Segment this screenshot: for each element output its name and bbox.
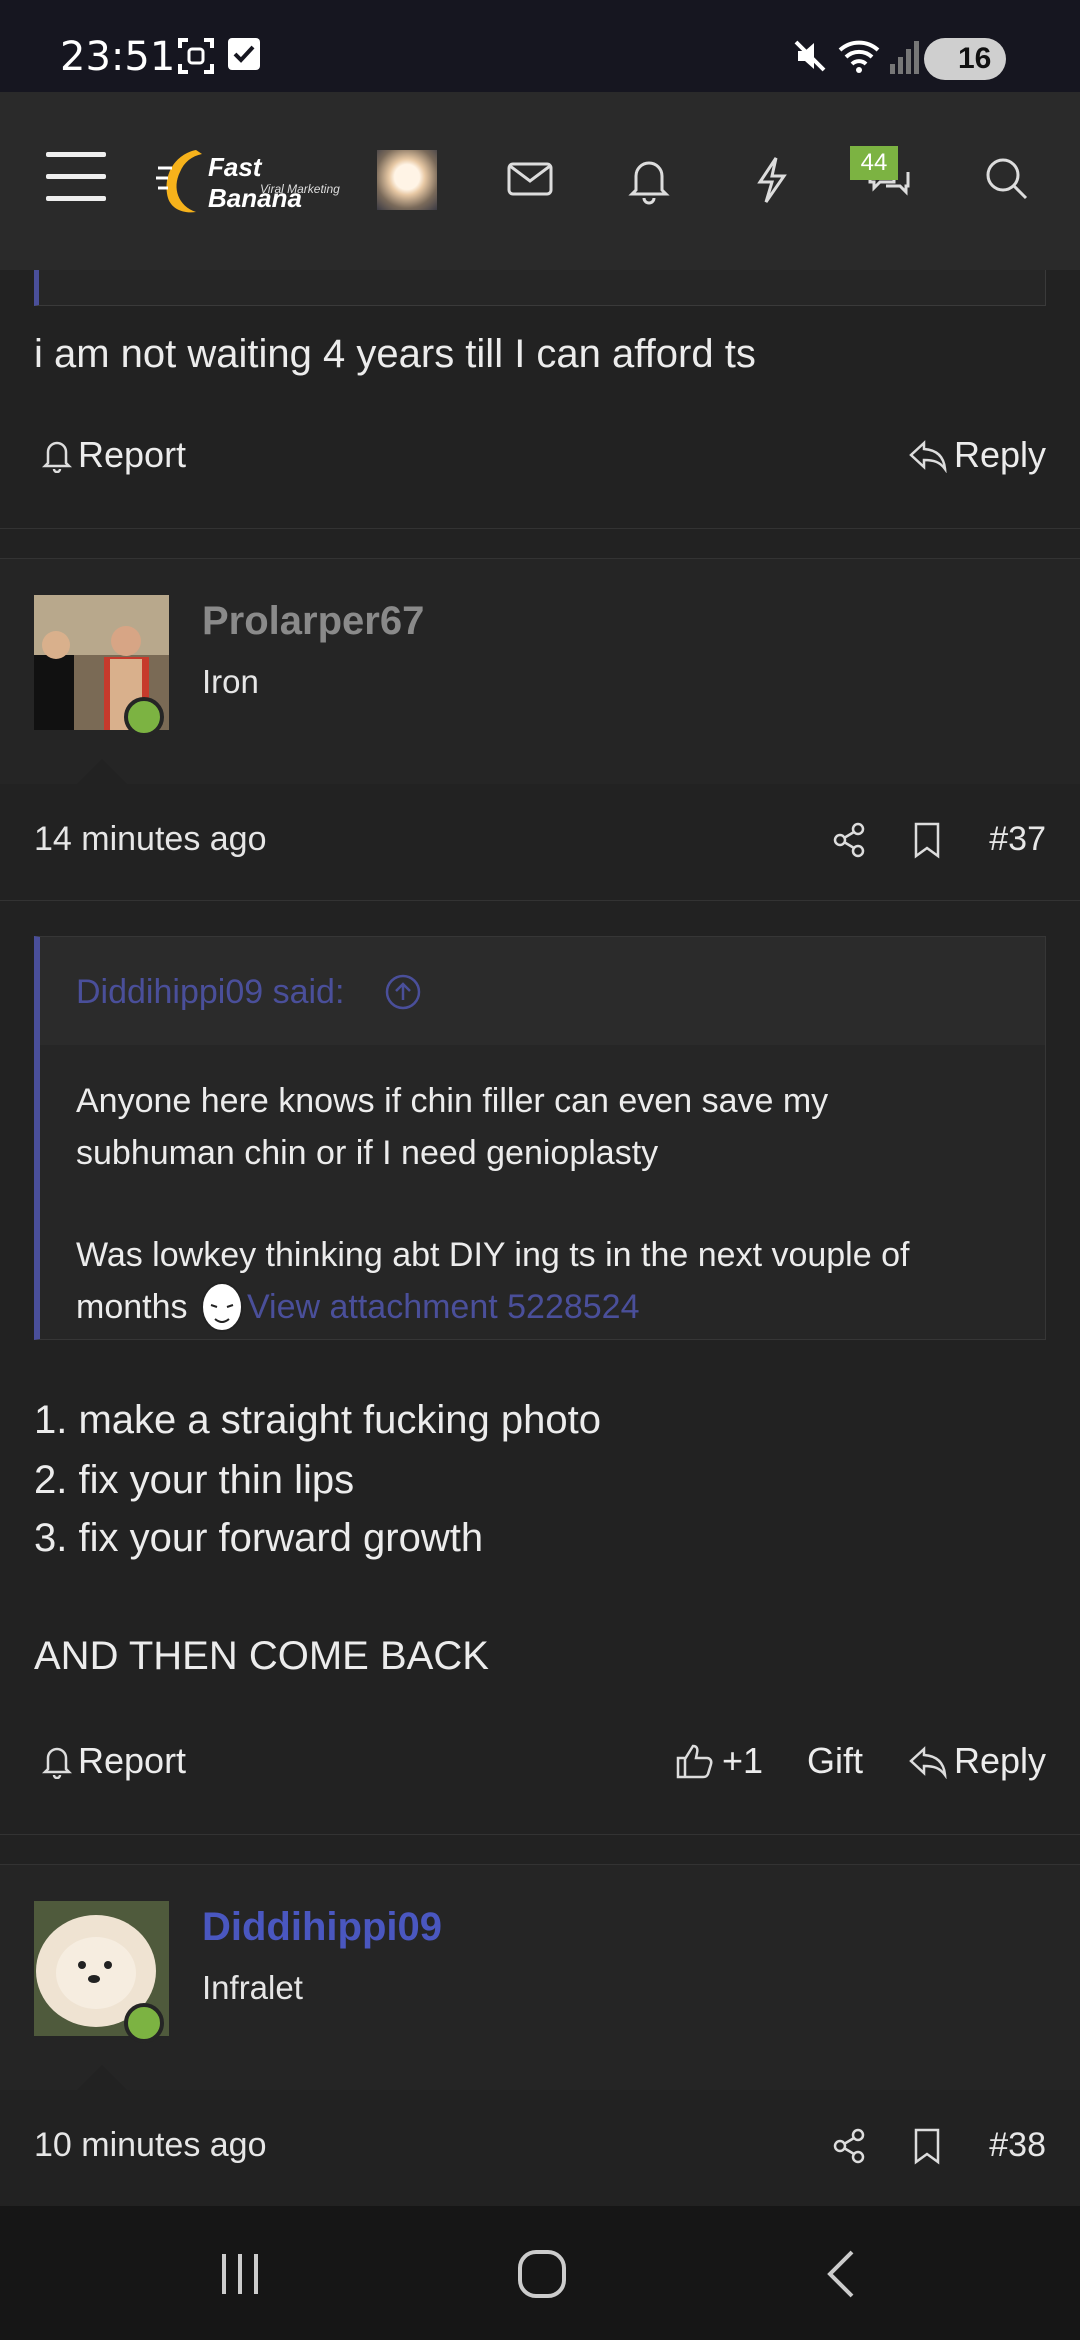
- reply-button[interactable]: Reply: [908, 1740, 1046, 1782]
- report-button[interactable]: Report: [40, 434, 186, 476]
- post-line: 1. make a straight fucking photo: [34, 1398, 601, 1442]
- quote-block: Diddihippi09 said: Anyone here knows if …: [34, 936, 1046, 1340]
- report-label: Report: [78, 434, 187, 475]
- divider: [0, 528, 1080, 529]
- search-icon[interactable]: [980, 152, 1034, 206]
- caret: [76, 2065, 128, 2091]
- post-timestamp[interactable]: 14 minutes ago: [34, 820, 267, 859]
- like-button[interactable]: +1: [674, 1740, 763, 1782]
- gift-label: Gift: [807, 1740, 864, 1781]
- bell-icon[interactable]: [622, 152, 676, 206]
- post-line: 3. fix your forward growth: [34, 1516, 484, 1560]
- online-status-icon: [124, 2003, 164, 2043]
- jump-to-quote-icon[interactable]: [384, 973, 422, 1011]
- signal-icon: [890, 41, 919, 74]
- reply-button[interactable]: Reply: [908, 434, 1046, 476]
- system-nav-bar: [0, 2206, 1080, 2340]
- post-timestamp[interactable]: 10 minutes ago: [34, 2126, 267, 2165]
- attachment-link[interactable]: View attachment 5228524: [247, 1288, 640, 1326]
- quote-text: Anyone here knows if chin filler can eve…: [76, 1082, 829, 1172]
- post-meta: 10 minutes ago #38: [0, 2090, 1080, 2206]
- screenshot-icon: [178, 38, 214, 74]
- banana-logo-icon: [156, 150, 202, 213]
- mute-icon: [794, 40, 826, 72]
- home-icon[interactable]: [512, 2244, 572, 2304]
- report-button[interactable]: Report: [40, 1740, 186, 1782]
- quote-block-tail: [34, 270, 1046, 306]
- post-author-block: Prolarper67 Iron: [0, 558, 1080, 785]
- username[interactable]: Diddihippi09: [202, 1905, 442, 1950]
- account-avatar[interactable]: [377, 150, 437, 210]
- reply-icon: [909, 440, 947, 473]
- reply-icon: [909, 1746, 947, 1779]
- reply-label: Reply: [954, 1740, 1047, 1781]
- wifi-icon: [838, 40, 880, 73]
- checkbox-icon: [228, 38, 260, 70]
- app-header: Fast Banana Viral Marketing 44: [0, 92, 1080, 270]
- back-icon[interactable]: [814, 2244, 874, 2304]
- report-label: Report: [78, 1740, 187, 1781]
- quote-author[interactable]: Diddihippi09 said:: [76, 973, 344, 1012]
- post-line: 2. fix your thin lips: [34, 1458, 355, 1502]
- username[interactable]: Prolarper67: [202, 599, 424, 644]
- bookmark-icon[interactable]: [910, 2126, 944, 2166]
- post-number[interactable]: #38: [989, 2126, 1046, 2165]
- like-count: +1: [722, 1740, 764, 1781]
- wojak-attachment-icon[interactable]: [197, 1281, 247, 1337]
- logo-subtitle: Viral Marketing: [260, 182, 340, 196]
- battery-level: 16: [958, 42, 992, 75]
- divider: [0, 1834, 1080, 1835]
- menu-icon[interactable]: [46, 152, 106, 202]
- reply-label: Reply: [954, 434, 1047, 475]
- divider: [0, 900, 1080, 901]
- user-title: Infralet: [202, 1969, 303, 2006]
- mail-icon[interactable]: [503, 152, 557, 206]
- battery-indicator: 16: [924, 38, 1006, 80]
- recent-apps-icon[interactable]: [210, 2244, 270, 2304]
- user-title: Iron: [202, 663, 259, 700]
- post-number[interactable]: #37: [989, 820, 1046, 859]
- post-meta: 14 minutes ago #37: [0, 784, 1080, 900]
- site-logo[interactable]: Fast Banana Viral Marketing: [156, 144, 346, 218]
- lightning-icon[interactable]: [744, 152, 798, 206]
- thread-content: i am not waiting 4 years till I can affo…: [0, 270, 1080, 2206]
- conversations-badge: 44: [850, 146, 898, 180]
- caret: [76, 759, 128, 785]
- bookmark-icon[interactable]: [910, 820, 944, 860]
- share-icon[interactable]: [830, 2126, 870, 2166]
- share-icon[interactable]: [830, 820, 870, 860]
- bell-icon: [41, 1747, 73, 1779]
- status-time: 23:51: [60, 34, 176, 80]
- bell-icon: [41, 441, 73, 473]
- quote-body: Anyone here knows if chin filler can eve…: [40, 1045, 1045, 1357]
- post-author-block: Diddihippi09 Infralet: [0, 1864, 1080, 2091]
- post-line: AND THEN COME BACK: [34, 1634, 489, 1678]
- quote-text: Was lowkey thinking abt DIY ing ts in th…: [76, 1229, 1016, 1337]
- post-text: i am not waiting 4 years till I can affo…: [34, 332, 756, 376]
- quote-header: Diddihippi09 said:: [40, 937, 1045, 1045]
- gift-button[interactable]: Gift: [807, 1740, 863, 1782]
- online-status-icon: [124, 697, 164, 737]
- status-bar: 23:51 16: [0, 0, 1080, 92]
- thumbs-up-icon: [676, 1744, 713, 1779]
